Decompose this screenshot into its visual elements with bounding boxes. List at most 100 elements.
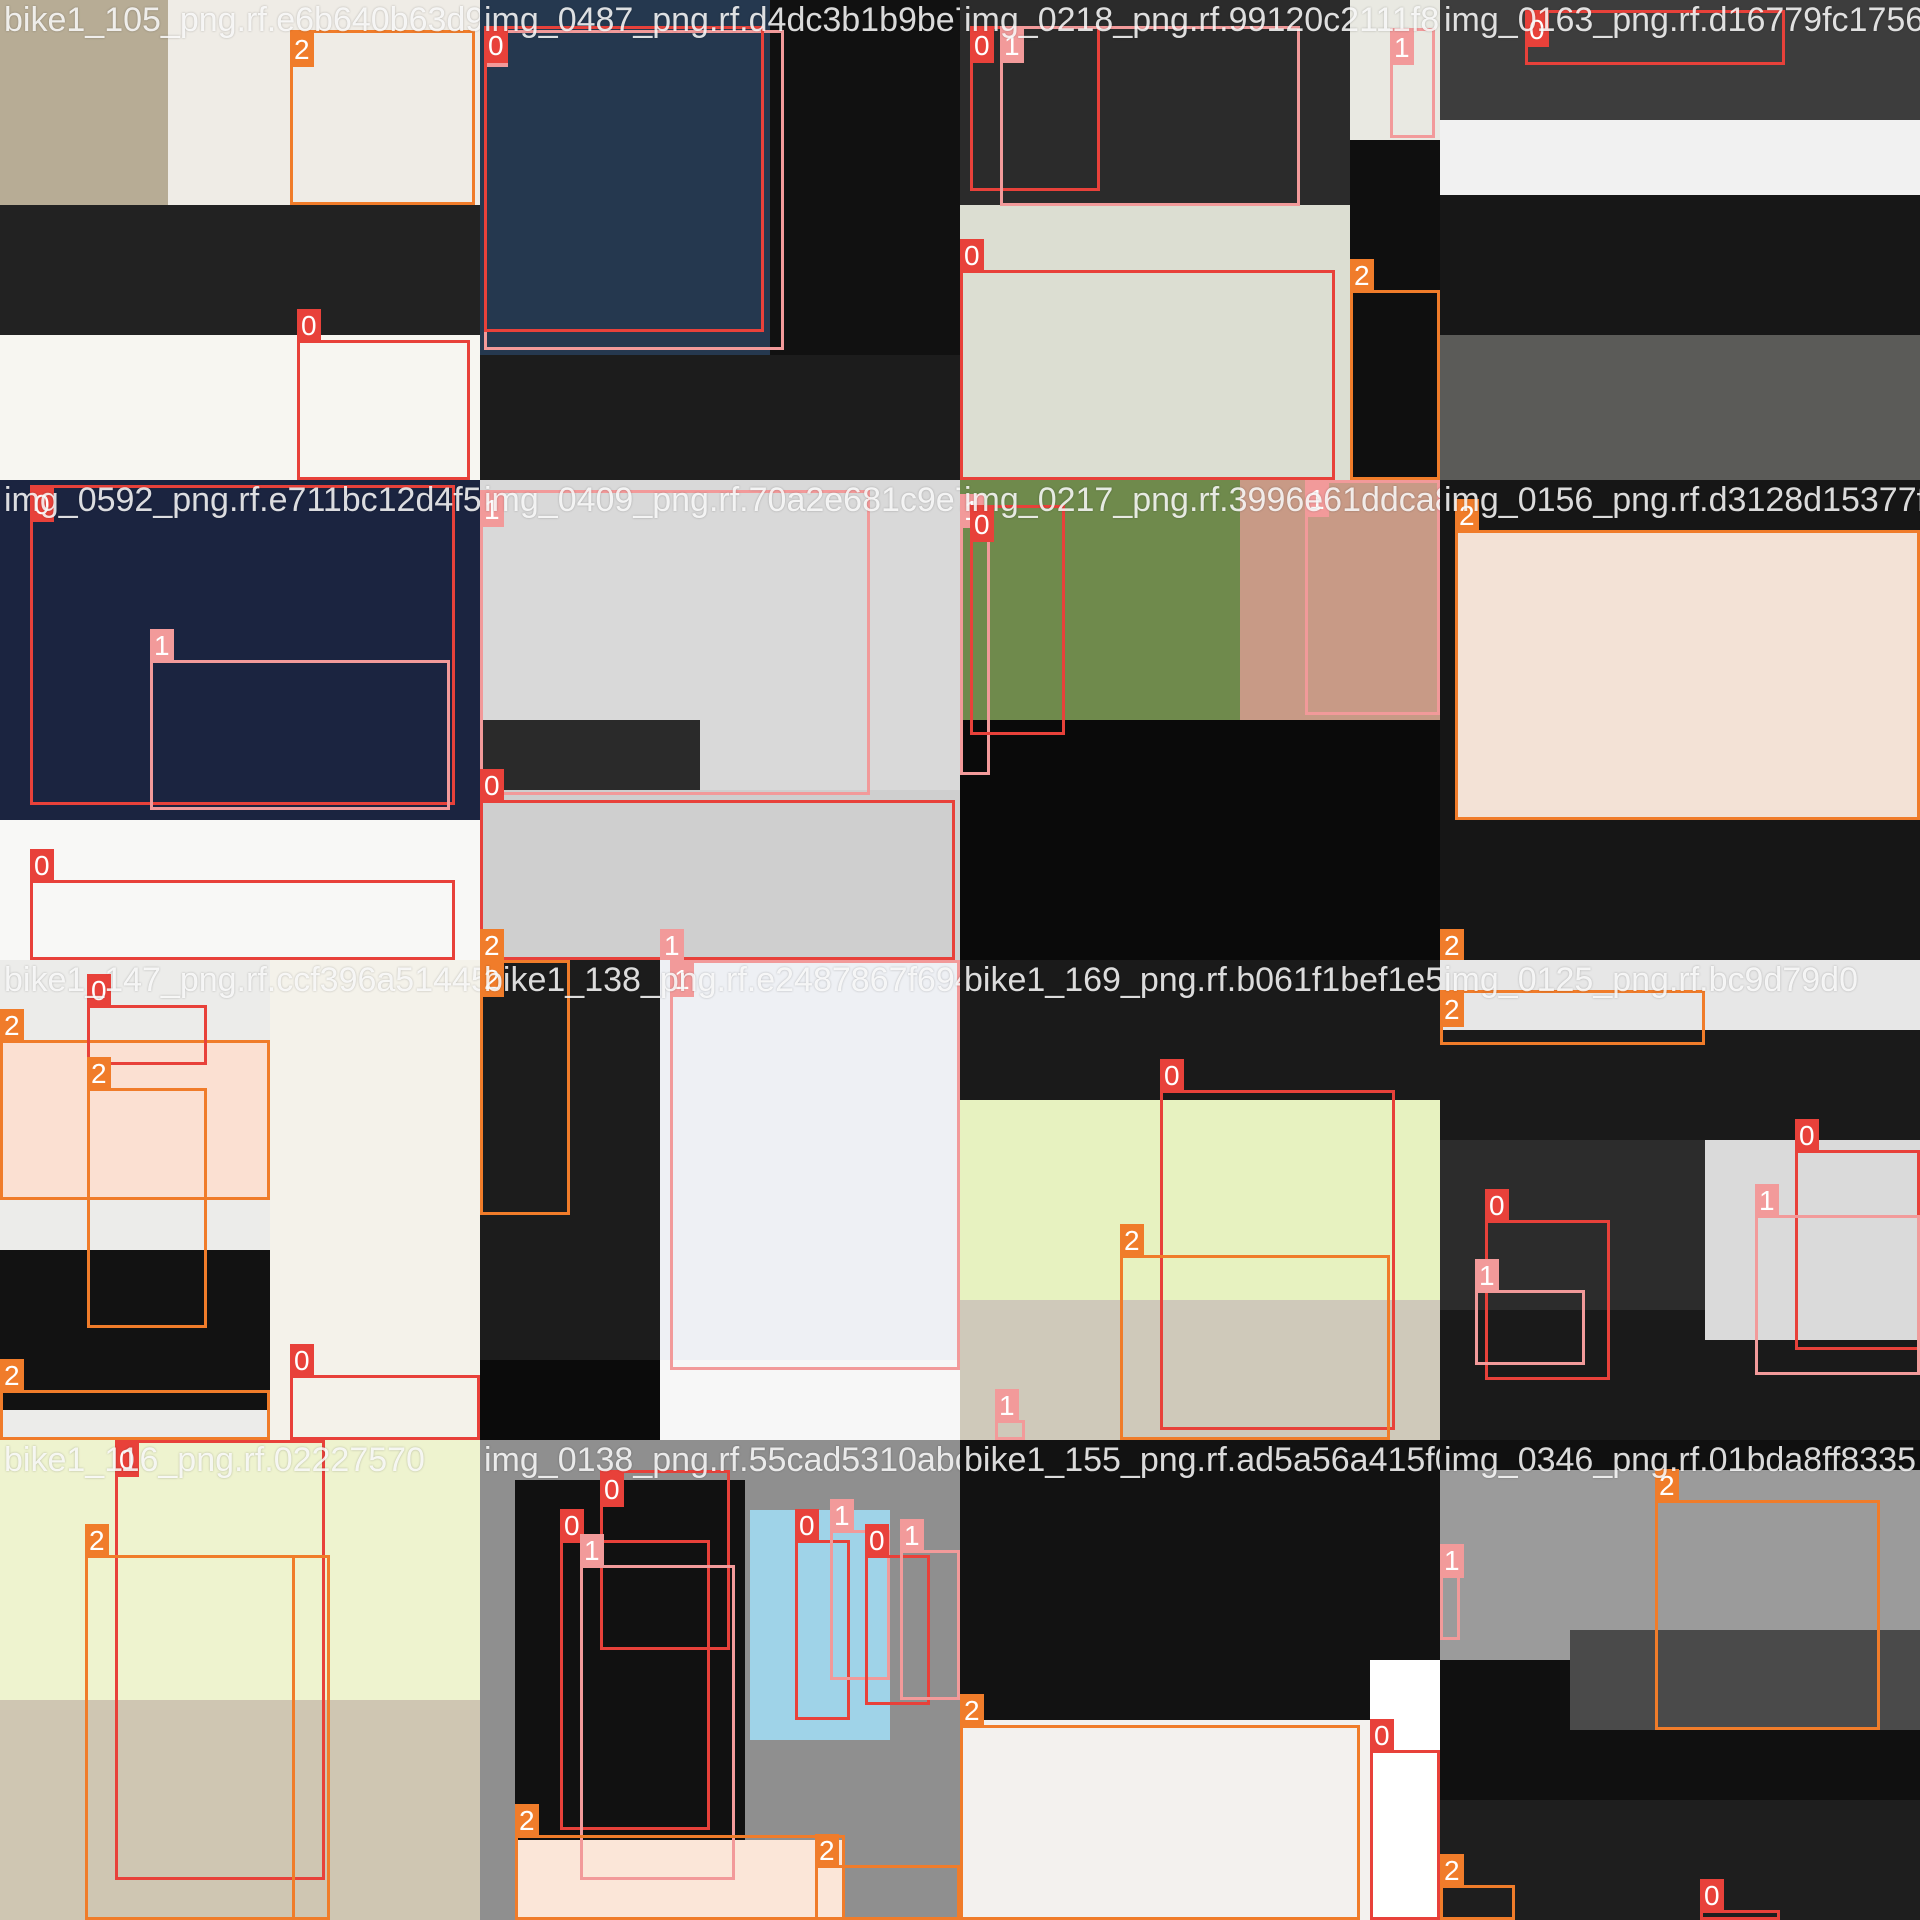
mosaic-tile: 2 0 bike1_105_png.rf.e6b640b63d9b487e847d1… <box>0 0 480 480</box>
photo-region <box>480 1360 660 1440</box>
mosaic-tile: 2 2 img_0156_png.rf.d3128d15377f6 <box>1440 480 1920 960</box>
tile-filename: img_0409_png.rf.70a2e681c9e7b1d4c2a5f6e8… <box>484 481 960 519</box>
tile-filename: img_0138_png.rf.55cad5310abc145 <box>484 1441 960 1479</box>
detection-box: 1 <box>1755 1184 1920 1375</box>
detection-mosaic: 20bike1_105_png.rf.e6b640b63d9b487e847d1… <box>0 0 1920 1920</box>
mosaic-tile: 0 2 1 bike1_169_png.rf.b061f1bef1e5b <box>960 960 1440 1440</box>
photo-region <box>1440 820 1920 960</box>
tile-filename: bike1_116_png.rf.02227570 <box>4 1441 425 1479</box>
detection-box: 0 <box>484 26 764 332</box>
tile-filename: bike1_169_png.rf.b061f1bef1e5b <box>964 961 1440 999</box>
tile-filename: bike1_138_png.rf.e2487867f694342 <box>484 961 960 999</box>
detection-box: 0 <box>1700 1879 1780 1920</box>
detection-class-label: 0 <box>1485 1189 1509 1223</box>
detection-box: 2 <box>1655 1469 1880 1730</box>
detection-class-label: 0 <box>1160 1059 1184 1093</box>
detection-box: 2 <box>290 30 475 205</box>
tile-filename: bike1_147_png.rf.ccf396a514456 <box>4 961 480 999</box>
detection-class-label: 1 <box>1440 1544 1464 1578</box>
detection-box: 2 <box>1350 259 1440 480</box>
detection-class-label: 2 <box>515 1804 539 1838</box>
mosaic-tile: 1021img_0409_png.rf.70a2e681c9e7b1d4c2a5… <box>480 480 960 960</box>
detection-class-label: 1 <box>995 1389 1019 1423</box>
detection-box: 1 <box>150 629 450 810</box>
photo-region <box>0 205 480 335</box>
detection-box: 1 <box>1440 1544 1464 1640</box>
detection-class-label: 1 <box>1755 1184 1779 1218</box>
detection-box: 0 <box>87 974 207 1065</box>
tile-filename: img_0218_png.rf.99120c2111f88c1d0b2e3f4a… <box>964 1 1440 39</box>
mosaic-tile: 2 0 0 1 1 img_0125_png.rf.bc9d79d0 <box>1440 960 1920 1440</box>
mosaic-tile: 022bike1_116_png.rf.02227570 <box>0 1440 480 1920</box>
detection-class-label: 1 <box>900 1519 924 1553</box>
detection-box: 0 <box>297 309 470 480</box>
tile-filename: img_0217_png.rf.3996e61ddca8457c02186aa9… <box>964 481 1440 519</box>
tile-filename: img_0125_png.rf.bc9d79d0 <box>1444 961 1858 999</box>
detection-class-label: 2 <box>480 929 504 960</box>
mosaic-tile: 0img_0163_png.rf.d16779fc17562e8379 <box>1440 0 1920 480</box>
detection-box: 1 <box>480 490 870 795</box>
detection-box: 1 <box>900 1519 960 1700</box>
detection-box: 0 <box>970 505 1065 735</box>
detection-class-label: 1 <box>830 1499 854 1533</box>
tile-filename: bike1_155_png.rf.ad5a56a415f03765 <box>964 1441 1440 1479</box>
tile-filename: img_0156_png.rf.d3128d15377f6 <box>1444 481 1920 519</box>
detection-class-label: 0 <box>290 1344 314 1378</box>
detection-class-label: 2 <box>1350 259 1374 293</box>
detection-box: 2 <box>0 1359 270 1440</box>
mosaic-tile: 001010122img_0138_png.rf.55cad5310abc145 <box>480 1440 960 1920</box>
detection-box: 1 <box>670 960 960 1370</box>
detection-box: 1 <box>1475 1259 1585 1365</box>
detection-class-label: 2 <box>815 1834 839 1868</box>
tile-filename: img_0487_png.rf.d4dc3b1b9be77a3ad4e3d218… <box>484 1 960 39</box>
mosaic-tile: 010img_0592_png.rf.e711bc12d4f5a6b7c8d9e… <box>0 480 480 960</box>
detection-class-label: 0 <box>1795 1119 1819 1153</box>
mosaic-tile: 2 1 2 0 img_0346_png.rf.01bda8ff8335 <box>1440 1440 1920 1920</box>
detection-box: 2 <box>515 1804 845 1920</box>
mosaic-tile: 21bike1_138_png.rf.e2487867f694342 <box>480 960 960 1440</box>
detection-class-label: 1 <box>580 1534 604 1568</box>
photo-region <box>1440 335 1920 480</box>
detection-class-label: 0 <box>960 239 984 273</box>
mosaic-tile: 01102img_0218_png.rf.99120c2111f88c1d0b2… <box>960 0 1440 480</box>
detection-class-label: 0 <box>795 1509 819 1543</box>
detection-class-label: 0 <box>480 769 504 803</box>
mosaic-tile: 110img_0217_png.rf.3996e61ddca8457c02186… <box>960 480 1440 960</box>
mosaic-tile: 2 0 bike1_155_png.rf.ad5a56a415f03765 <box>960 1440 1440 1920</box>
detection-class-label: 0 <box>297 309 321 343</box>
tile-filename: bike1_105_png.rf.e6b640b63d9b487e847d1f2… <box>4 1 480 39</box>
detection-class-label: 2 <box>0 1009 24 1043</box>
detection-box: 0 <box>1370 1719 1440 1920</box>
detection-class-label: 2 <box>1440 1854 1464 1888</box>
detection-class-label: 1 <box>1475 1259 1499 1293</box>
detection-class-label: 0 <box>30 849 54 883</box>
detection-class-label: 2 <box>960 1694 984 1728</box>
detection-box: 0 <box>30 849 455 960</box>
detection-box: 2 <box>87 1057 207 1328</box>
detection-box: 0 <box>960 239 1335 480</box>
detection-class-label: 2 <box>1440 929 1464 960</box>
photo-region <box>480 355 960 480</box>
detection-box: 2 <box>85 1524 295 1920</box>
detection-class-label: 1 <box>150 629 174 663</box>
tile-filename: img_0592_png.rf.e711bc12d4f5a6b7c8d9e0f1… <box>4 481 480 519</box>
detection-box: 1 <box>1000 26 1300 206</box>
detection-box: 0 <box>480 769 955 960</box>
photo-region <box>770 0 960 355</box>
detection-box: 2 <box>1455 499 1920 820</box>
detection-box: 1 <box>1390 28 1435 138</box>
detection-box: 1 <box>580 1534 735 1880</box>
mosaic-tile: 10img_0487_png.rf.d4dc3b1b9be77a3ad4e3d2… <box>480 0 960 480</box>
detection-box: 2 <box>960 1694 1360 1920</box>
detection-class-label: 0 <box>865 1524 889 1558</box>
detection-class-label: 0 <box>1700 1879 1724 1913</box>
detection-class-label: 2 <box>1120 1224 1144 1258</box>
mosaic-tile: 2 0 2 2 0 bike1_147_png.rf.ccf396a514456 <box>0 960 480 1440</box>
detection-class-label: 0 <box>1370 1719 1394 1753</box>
detection-box: 2 <box>1440 1854 1515 1920</box>
detection-box: 2 <box>815 1834 960 1920</box>
detection-class-label: 2 <box>0 1359 24 1393</box>
tile-filename: img_0346_png.rf.01bda8ff8335 <box>1444 1441 1916 1479</box>
detection-box: 1 <box>995 1389 1025 1440</box>
detection-class-label: 1 <box>660 929 684 960</box>
